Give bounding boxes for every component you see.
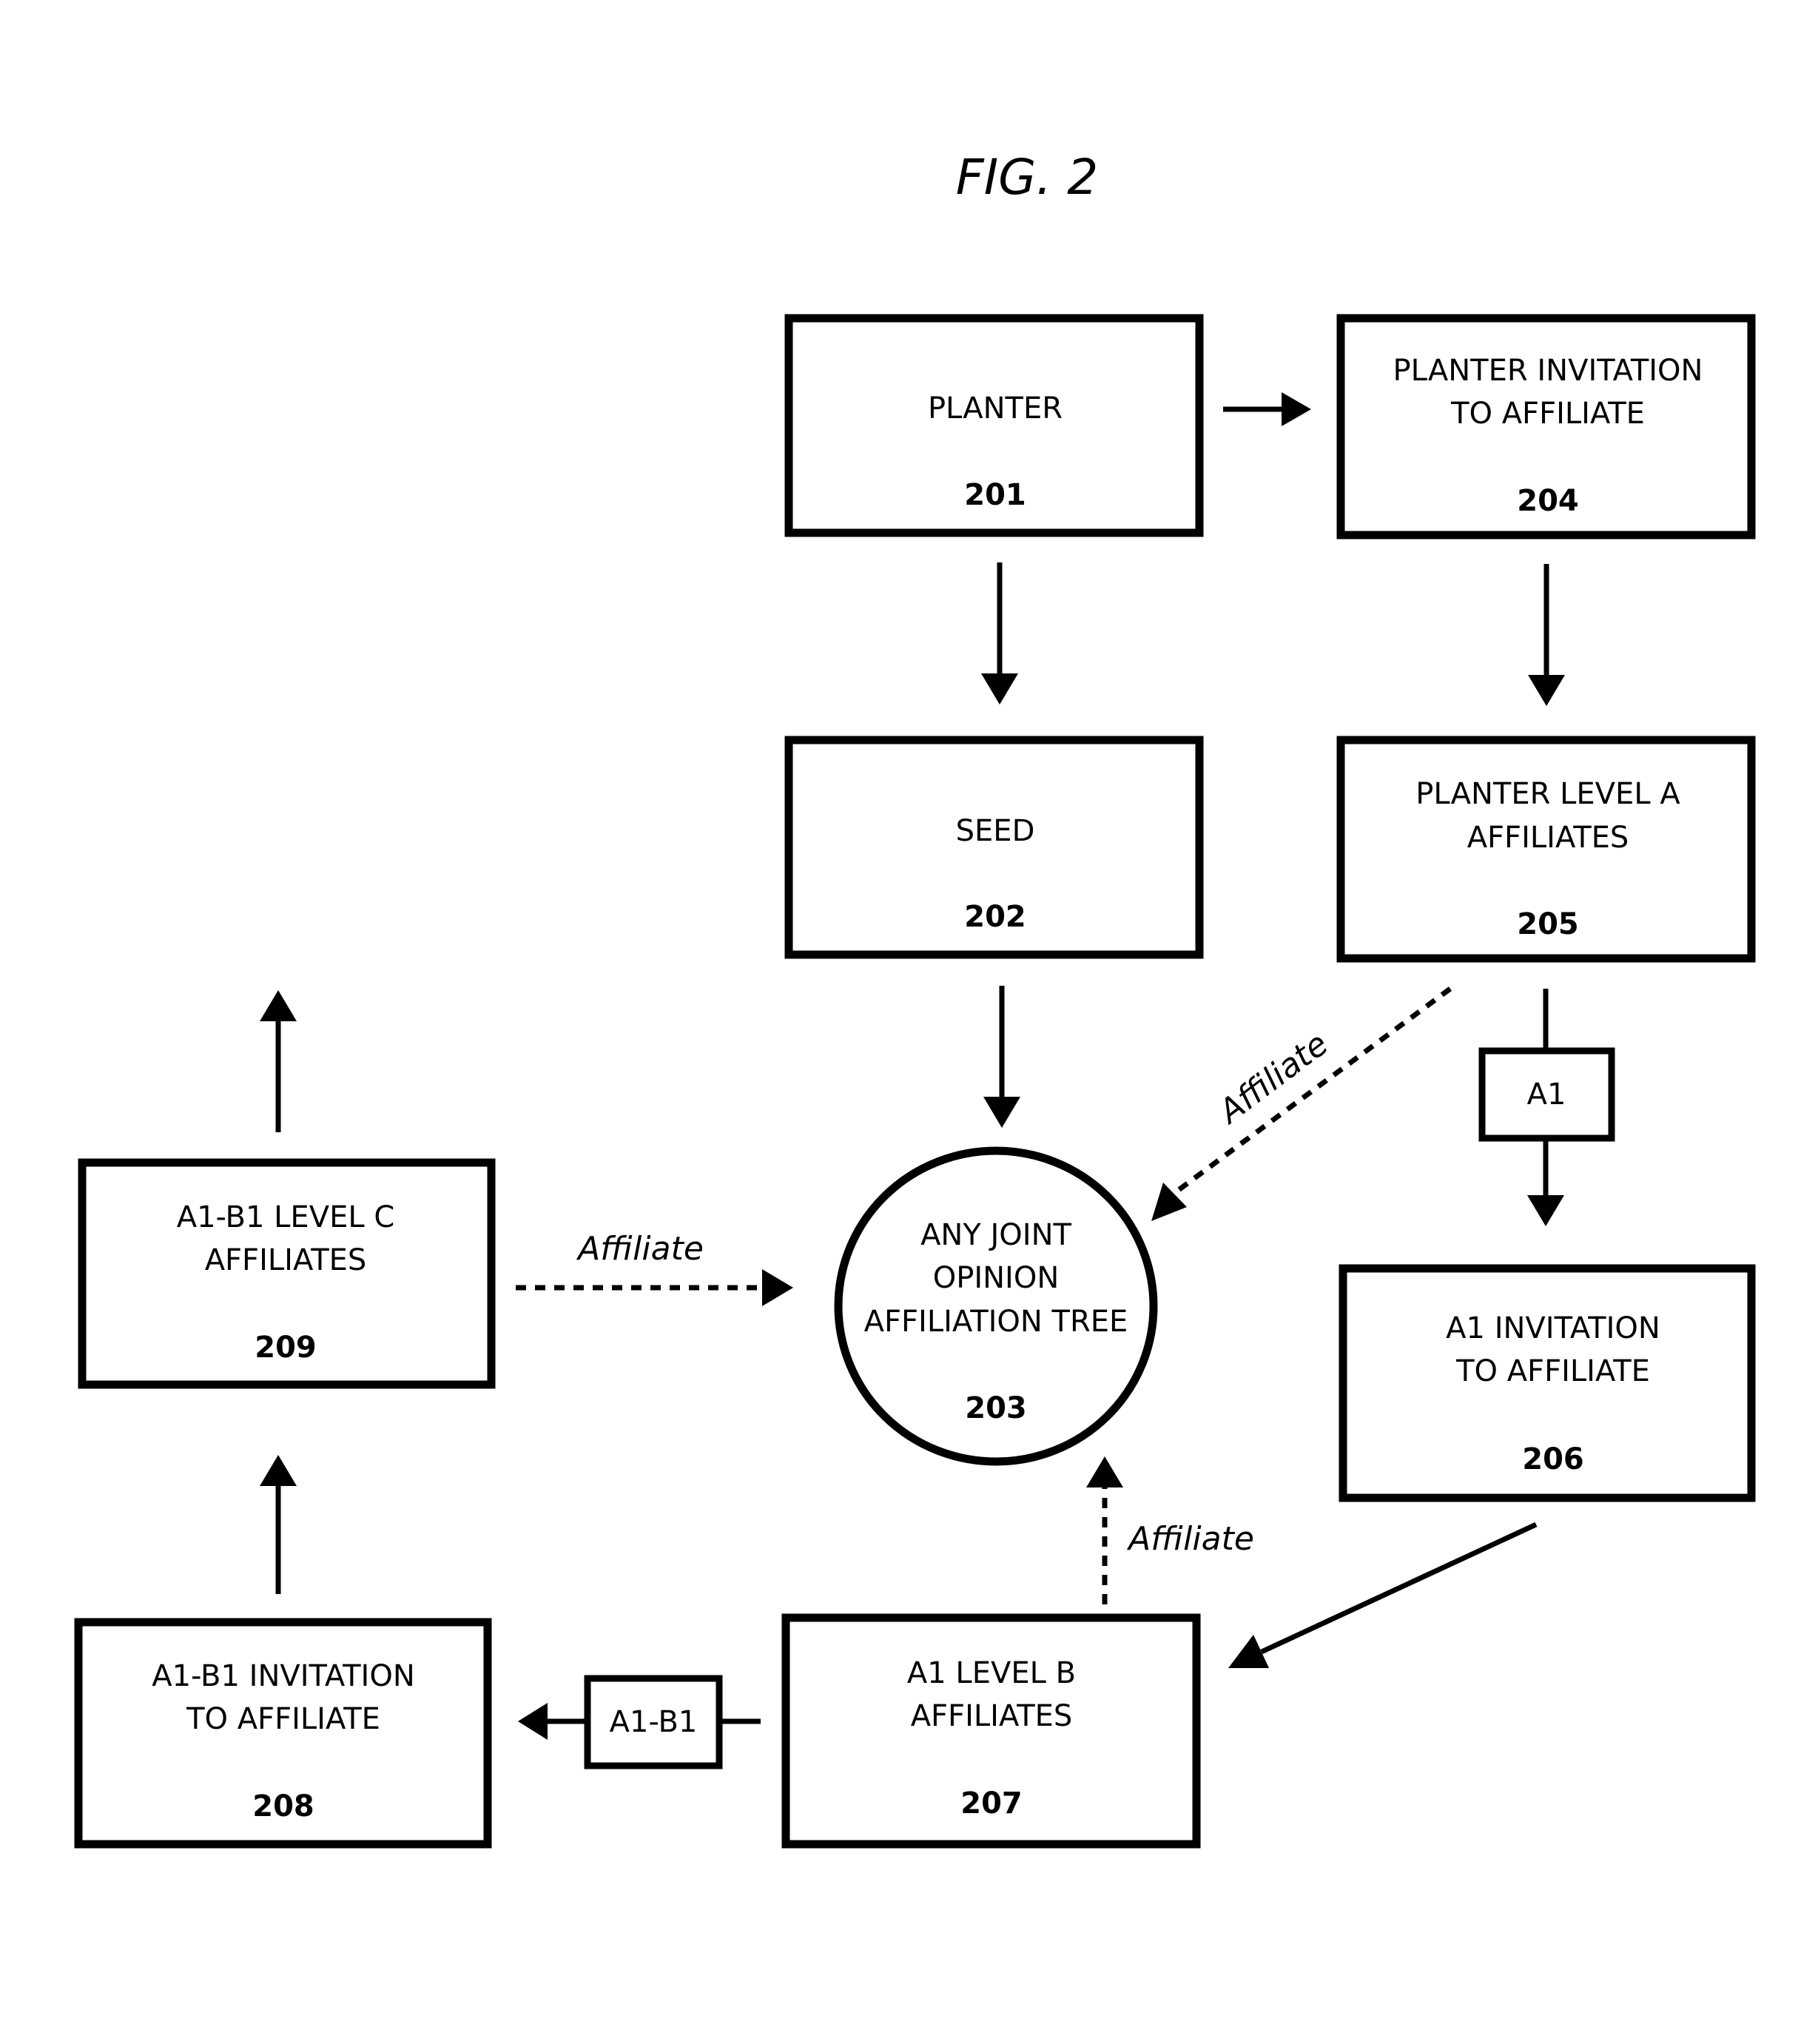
edge-201-to-202 [981,562,1018,705]
node-203-label-line2: OPINION [933,1261,1060,1295]
node-205-label-line1: PLANTER LEVEL A [1415,777,1680,811]
arrowhead-icon [260,990,297,1021]
arrowhead-icon [1527,1195,1564,1226]
node-207-number: 207 [960,1786,1023,1821]
node-208-number: 208 [252,1789,314,1823]
flow-diagram: FIG. 2 PLANTER 201 PLANTER INVITATION TO… [74,149,1756,1849]
node-204-number: 204 [1517,484,1579,518]
edge-207-to-203-affiliate: Affiliate [1086,1456,1254,1604]
node-204-planter-invitation: PLANTER INVITATION TO AFFILIATE 204 [1336,314,1756,539]
connector-tag-a1-b1-label: A1-B1 [610,1705,698,1739]
node-205-planter-level-a: PLANTER LEVEL A AFFILIATES 205 [1336,736,1756,963]
node-201-number: 201 [964,478,1026,512]
edge-205-to-203-affiliate: Affiliate [1151,986,1452,1221]
edge-205-to-206: A1 [1478,989,1615,1226]
edge-201-to-204 [1223,392,1311,426]
connector-tag-a1-label: A1 [1527,1078,1566,1112]
node-206-a1-invitation: A1 INVITATION TO AFFILIATE 206 [1339,1264,1756,1502]
edge-label-affiliate: Affiliate [1211,1025,1336,1132]
arrowhead-icon [518,1703,548,1740]
edge-label-affiliate: Affiliate [1126,1520,1254,1558]
node-206-number: 206 [1522,1442,1584,1476]
edge-label-affiliate: Affiliate [576,1230,704,1268]
node-202-label: SEED [956,814,1035,848]
node-206-label-line2: TO AFFILIATE [1455,1354,1650,1388]
edge-202-to-203 [983,986,1020,1128]
arrowhead-icon [260,1455,297,1486]
node-202-seed: SEED 202 [784,736,1204,959]
figure-title: FIG. 2 [956,149,1099,206]
node-204-label-line2: TO AFFILIATE [1450,397,1645,431]
arrowhead-icon [762,1269,793,1306]
node-209-number: 209 [255,1331,317,1365]
edge-209-continuation [260,990,297,1132]
node-201-label: PLANTER [928,391,1063,426]
edge-208-to-209 [260,1455,297,1594]
node-203-label-line1: ANY JOINT [920,1218,1071,1252]
node-206-label-line1: A1 INVITATION [1446,1311,1660,1345]
edge-207-to-208: A1-B1 [518,1675,761,1769]
node-207-label-line1: A1 LEVEL B [907,1656,1076,1690]
node-201-planter: PLANTER 201 [784,314,1204,537]
edge-206-to-207 [1228,1522,1538,1668]
node-208-label-line1: A1-B1 INVITATION [152,1659,415,1693]
arrowhead-icon [983,1097,1020,1128]
node-203-label-line3: AFFILIATION TREE [864,1305,1128,1339]
node-205-label-line2: AFFILIATES [1467,821,1629,855]
edge-209-to-203-affiliate: Affiliate [516,1230,793,1306]
node-208-a1-b1-invitation: A1-B1 INVITATION TO AFFILIATE 208 [74,1618,492,1849]
node-207-a1-level-b: A1 LEVEL B AFFILIATES 207 [781,1613,1201,1849]
node-208-label-line2: TO AFFILIATE [186,1702,380,1736]
node-202-number: 202 [964,900,1026,934]
edge-204-to-205 [1528,564,1565,706]
arrowhead-icon [1086,1456,1123,1487]
node-209-a1-b1-level-c: A1-B1 LEVEL C AFFILIATES 209 [78,1158,496,1389]
arrowhead-icon [1528,675,1565,706]
node-205-number: 205 [1517,907,1579,941]
node-207-label-line2: AFFILIATES [911,1699,1073,1733]
arrowhead-icon [981,673,1018,705]
arrowhead-icon [1282,392,1311,426]
node-209-label-line2: AFFILIATES [205,1243,367,1277]
node-203-number: 203 [965,1391,1027,1425]
node-204-label-line1: PLANTER INVITATION [1393,354,1703,388]
node-203-affiliation-tree: ANY JOINT OPINION AFFILIATION TREE 203 [834,1146,1158,1466]
node-209-label-line1: A1-B1 LEVEL C [177,1200,395,1234]
